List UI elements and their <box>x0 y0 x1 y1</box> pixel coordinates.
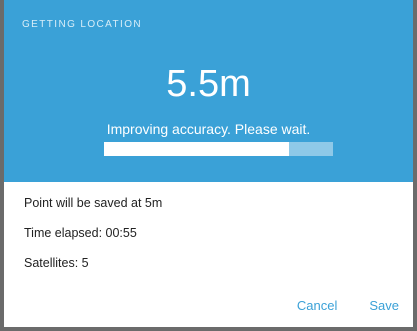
save-button[interactable]: Save <box>369 298 399 313</box>
dialog-title: GETTING LOCATION <box>22 19 142 30</box>
accuracy-progress-fill <box>104 142 290 156</box>
accuracy-progress-bar <box>104 142 333 156</box>
accuracy-hint: Improving accuracy. Please wait. <box>106 121 311 137</box>
save-threshold-text: Point will be saved at 5m <box>24 196 163 210</box>
dialog-actions: Cancel Save <box>297 298 399 313</box>
satellites-text: Satellites: 5 <box>24 256 89 270</box>
time-elapsed-text: Time elapsed: 00:55 <box>24 226 137 240</box>
dialog-body: Point will be saved at 5m Time elapsed: … <box>24 196 162 286</box>
dialog-header: GETTING LOCATION 5.5m Improving accuracy… <box>4 0 413 182</box>
cancel-button[interactable]: Cancel <box>297 298 337 313</box>
getting-location-dialog: GETTING LOCATION 5.5m Improving accuracy… <box>0 0 417 331</box>
accuracy-value: 5.5m <box>166 63 251 105</box>
